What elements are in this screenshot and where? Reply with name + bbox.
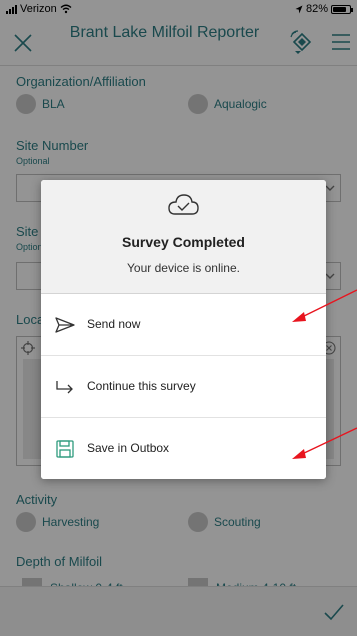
save-in-outbox-button[interactable]: Save in Outbox <box>41 418 326 479</box>
continue-survey-button[interactable]: Continue this survey <box>41 356 326 418</box>
continue-survey-label: Continue this survey <box>87 379 196 393</box>
send-now-button[interactable]: Send now <box>41 294 326 356</box>
save-in-outbox-label: Save in Outbox <box>87 441 170 455</box>
dialog-title: Survey Completed <box>122 234 245 250</box>
screen: Verizon 82% Brant Lake Milfoil Reporter <box>0 0 357 636</box>
send-icon <box>55 317 75 333</box>
dialog-header: Survey Completed Your device is online. <box>41 180 326 294</box>
dialog-subtitle: Your device is online. <box>127 261 240 275</box>
survey-completed-dialog: Survey Completed Your device is online. … <box>41 180 326 479</box>
return-arrow-icon <box>56 381 73 394</box>
send-now-label: Send now <box>87 317 141 331</box>
save-icon <box>56 440 74 458</box>
cloud-check-icon <box>168 194 199 215</box>
